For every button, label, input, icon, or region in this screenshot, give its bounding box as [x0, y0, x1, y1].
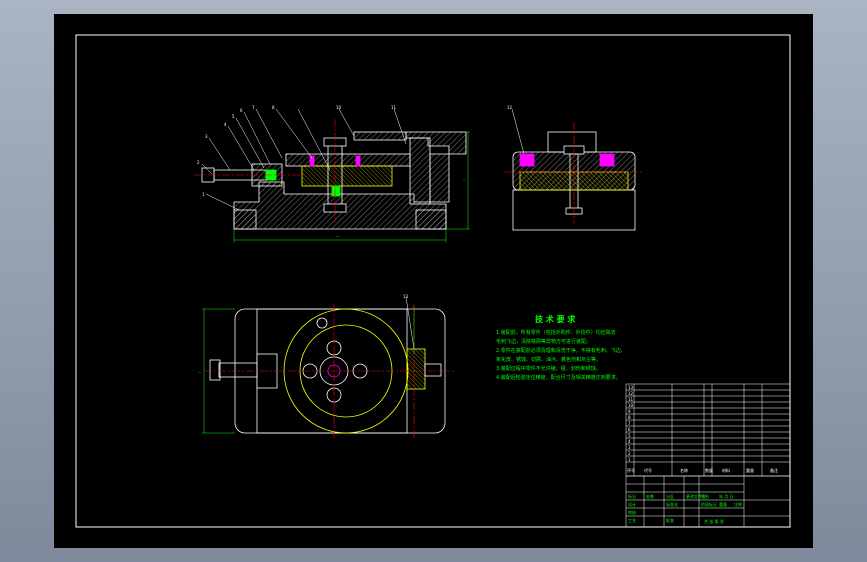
- title-block-labels: 标记 处数 分区 更改文件号 签名 年.月.日 设计 标准化 审核 工艺 批准 …: [628, 493, 742, 524]
- parts-row-no: 4: [628, 439, 631, 444]
- side-washer-left: [519, 153, 535, 167]
- tb-label: 审核: [628, 509, 636, 515]
- header-material: 材料: [722, 467, 730, 473]
- balloon-11: 11: [391, 105, 397, 110]
- balloon-6: 6: [240, 108, 243, 113]
- tech-req-line-6: 4.装配后检验定位精度，配合尺寸及相关精度达到要求。: [496, 374, 621, 381]
- tb-label: 签名: [701, 493, 709, 499]
- parts-row-no: 2: [628, 451, 631, 456]
- parts-row-no: 9: [628, 409, 631, 414]
- balloon-2: 2: [197, 160, 200, 165]
- header-code: 代号: [644, 467, 652, 473]
- top-hook-clamp: [406, 348, 426, 390]
- tb-label: 阶段标记: [701, 501, 717, 507]
- parts-row-no: 13: [628, 385, 634, 390]
- parts-list-header: 序号 代号 名称 数量 材料 重量 备注: [627, 467, 778, 473]
- drawing-sheet: --- -- 1 2 3 4 5 6 7 8 10 11 12 -- 13 技 …: [54, 14, 813, 548]
- top-dimensions: [202, 306, 415, 434]
- top-hook-arm: [424, 363, 442, 377]
- tb-label: 年.月.日: [719, 493, 734, 499]
- balloon-8: 8: [272, 105, 275, 110]
- tech-req-line-1: 1.装配前，所有零件（包括外购件、外协件）均应除去: [496, 329, 616, 336]
- tb-label: 标记: [628, 493, 636, 499]
- header-weight: 重量: [746, 467, 754, 473]
- hook-clamp: [353, 131, 407, 141]
- parts-row-no: 11: [628, 397, 634, 402]
- parts-row-no: 1: [628, 457, 631, 462]
- balloon-13: 13: [403, 294, 409, 299]
- header-note: 备注: [770, 467, 778, 473]
- tb-label: 重量: [719, 501, 727, 507]
- parts-list: [625, 383, 791, 477]
- tb-label: 工艺: [628, 518, 636, 523]
- parts-row-no: 10: [628, 403, 634, 408]
- pin-a: [309, 155, 315, 167]
- tech-req-line-5: 3.装配过程中零件不允许磕、碰、划伤和锈蚀。: [496, 365, 601, 372]
- tb-label: 设计: [628, 501, 636, 507]
- balloon-1: 1: [202, 192, 205, 197]
- tech-req-line-3: 2.零件在装配前必须清理和清洗干净，不得有毛刺、飞边、: [496, 347, 626, 354]
- tb-label: 处数: [646, 493, 654, 499]
- technical-requirements: 技 术 要 求 1.装配前，所有零件（包括外购件、外协件）均应除去 毛刺飞边，清…: [496, 314, 626, 381]
- base-foot-right: [415, 209, 447, 230]
- tb-label: 标准化: [666, 501, 678, 507]
- header-no: 序号: [627, 467, 635, 473]
- balloon-12: 12: [507, 105, 513, 110]
- top-clamp-screw: [218, 362, 258, 378]
- assembly-drawing: --- -- 1 2 3 4 5 6 7 8 10 11 12 -- 13 技 …: [75, 34, 791, 528]
- side-leader: [511, 108, 525, 155]
- balloon-3: 3: [205, 134, 208, 139]
- parts-row-no: 12: [628, 391, 634, 396]
- front-section-view: [201, 131, 467, 230]
- workpiece-section: [301, 165, 393, 187]
- cad-viewport[interactable]: --- -- 1 2 3 4 5 6 7 8 10 11 12 -- 13 技 …: [0, 0, 867, 562]
- pin-b: [355, 155, 361, 167]
- tb-sheet: 共 张 第 张: [704, 518, 724, 524]
- balloon-5: 5: [232, 114, 235, 119]
- washer: [331, 185, 341, 197]
- tech-req-line-2: 毛刺飞边，清除铁屑等异物方可进行装配。: [496, 338, 591, 345]
- header-name: 名称: [680, 467, 688, 473]
- parts-row-no: 6: [628, 427, 631, 432]
- tb-label: 比例: [734, 501, 742, 507]
- parts-row-no: 5: [628, 433, 631, 438]
- tb-label: 批准: [666, 517, 674, 523]
- parts-list-rows: 13 12 11 10 9 8 7 6 5 4 3 2 1: [628, 385, 634, 462]
- top-clamp-handle: [209, 359, 221, 381]
- parts-row-no: 8: [628, 415, 631, 420]
- rotary-plate: [285, 153, 411, 167]
- parts-row-no: 3: [628, 445, 631, 450]
- base-foot-left: [233, 209, 257, 230]
- upright-block: [409, 137, 431, 205]
- balloon-10: 10: [336, 105, 342, 110]
- balloon-7: 7: [252, 105, 255, 110]
- inner-frame: [75, 34, 791, 528]
- front-dim-height: --: [463, 178, 466, 183]
- locating-pin: [316, 317, 328, 329]
- tech-req-title: 技 术 要 求: [535, 314, 576, 324]
- balloon-4: 4: [224, 122, 227, 127]
- header-qty: 数量: [705, 467, 713, 473]
- parts-row-no: 7: [628, 421, 631, 426]
- side-washer-right: [599, 153, 615, 167]
- tech-req-line-4: 氧化皮、锈蚀、切屑、油污、着色剂和灰尘等。: [496, 356, 601, 363]
- front-dim-width: ---: [336, 234, 341, 239]
- top-dim-side: --: [198, 370, 201, 375]
- tb-label: 分区: [666, 493, 674, 499]
